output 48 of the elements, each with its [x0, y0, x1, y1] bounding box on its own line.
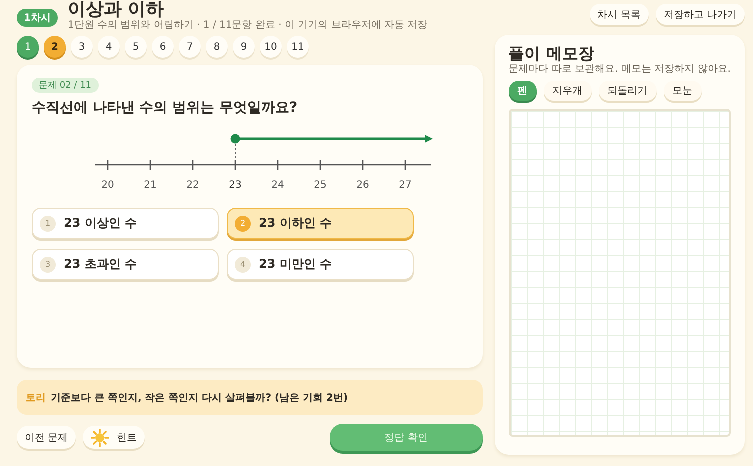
question-number-button[interactable]: 6 — [152, 36, 174, 58]
tick-label: 25 — [314, 180, 327, 191]
tick-label: 24 — [272, 180, 284, 191]
lesson-list-button[interactable]: 차시 목록 — [590, 4, 649, 25]
save-exit-button[interactable]: 저장하고 나가기 — [656, 4, 745, 25]
previous-button[interactable]: 이전 문제 — [17, 426, 76, 449]
answer-option[interactable]: 1 23 이상인 수 — [32, 208, 219, 239]
tick-label: 26 — [356, 180, 370, 191]
hint-button[interactable]: 힌트 — [83, 426, 146, 449]
option-number: 3 — [40, 256, 56, 272]
question-number-button[interactable]: 10 — [260, 36, 282, 58]
memo-subtitle: 문제마다 따로 보관해요. 메모는 저장하지 않아요. — [508, 64, 731, 76]
question-number-button[interactable]: 9 — [233, 36, 255, 58]
option-number: 2 — [235, 216, 251, 232]
speaker-name: 토리 — [26, 392, 46, 404]
sun-icon — [91, 428, 110, 446]
memo-title: 풀이 메모장 — [508, 44, 596, 64]
question-number-button[interactable]: 2 — [44, 36, 66, 58]
option-text: 23 미만인 수 — [259, 256, 332, 273]
question-counter: 문제 02 / 11 — [32, 78, 99, 93]
tool-button[interactable]: 지우개 — [544, 81, 592, 101]
tick-label: 20 — [102, 180, 114, 191]
grid-canvas[interactable] — [508, 109, 731, 437]
answer-option[interactable]: 4 23 미만인 수 — [227, 249, 414, 280]
option-number: 4 — [235, 256, 251, 272]
page-subtitle: 1단원 수의 범위와 어림하기 · 1 / 11문항 완료 · 이 기기의 브라우저에 자동 저장 — [68, 20, 428, 32]
tick-label: 21 — [144, 180, 157, 191]
page-title: 이상과 이하 — [68, 0, 166, 20]
lesson-badge: 1차시 — [17, 9, 58, 27]
question-text: 수직선에 나타낸 수의 범위는 무엇일까요? — [32, 99, 298, 117]
hint-message: 기준보다 큰 쪽인지, 작은 쪽인지 다시 살펴볼까? (남은 기회 2번) — [51, 392, 348, 404]
tool-button[interactable]: 모눈 — [664, 81, 702, 101]
tick-label: 22 — [186, 180, 200, 191]
answer-option[interactable]: 3 23 초과인 수 — [32, 249, 219, 280]
question-number-button[interactable]: 7 — [179, 36, 201, 58]
answer-option[interactable]: 2 23 이하인 수 — [227, 208, 414, 239]
question-number-button[interactable]: 11 — [287, 36, 309, 58]
question-number-button[interactable]: 8 — [206, 36, 228, 58]
option-text: 23 초과인 수 — [64, 256, 138, 273]
tick-label: 23 — [229, 180, 242, 191]
question-number-button[interactable]: 3 — [71, 36, 93, 58]
tick-label: 27 — [399, 180, 412, 191]
option-text: 23 이상인 수 — [64, 215, 138, 232]
question-number-button[interactable]: 5 — [125, 36, 147, 58]
option-number: 1 — [40, 216, 56, 232]
option-text: 23 이하인 수 — [259, 215, 332, 232]
question-number-button[interactable]: 4 — [98, 36, 120, 58]
tool-button[interactable]: 되돌리기 — [598, 81, 657, 101]
